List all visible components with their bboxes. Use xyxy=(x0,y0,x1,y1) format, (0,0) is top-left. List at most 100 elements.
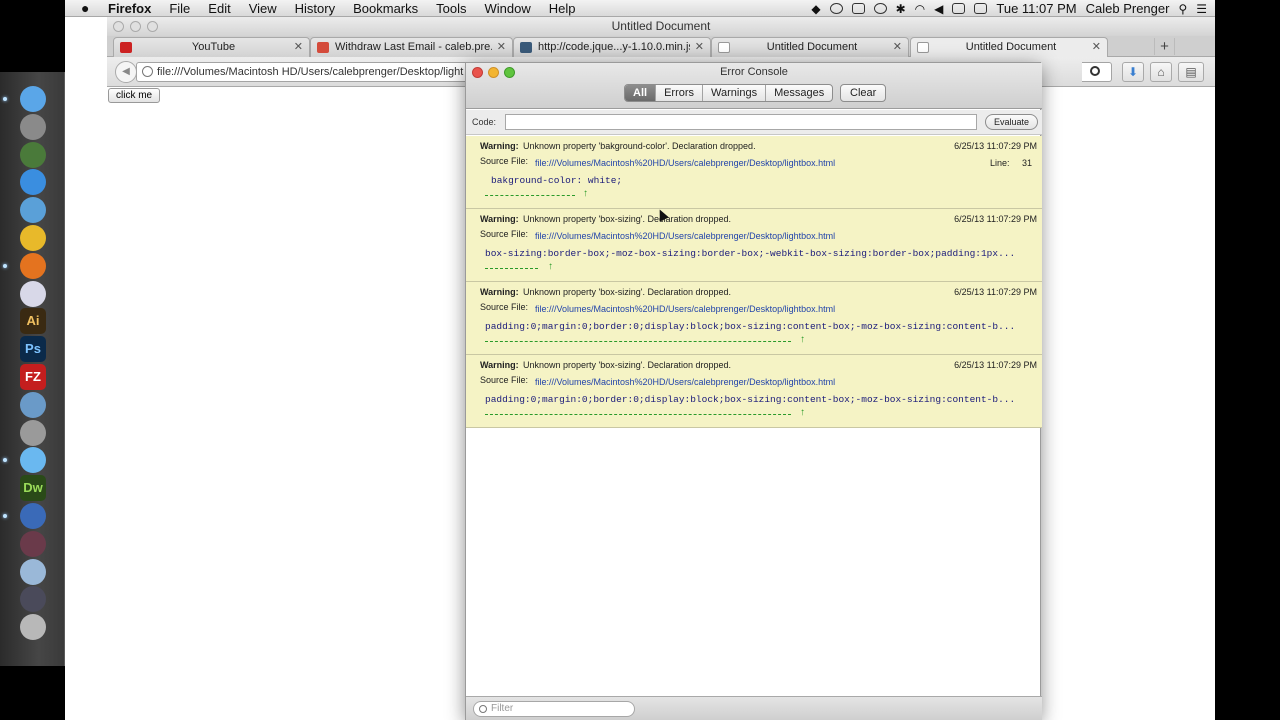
chrome-icon[interactable] xyxy=(20,225,46,251)
messages-icon[interactable] xyxy=(20,447,46,474)
app-store-icon[interactable] xyxy=(20,169,46,196)
time-machine-icon[interactable] xyxy=(873,3,887,14)
close-tab-icon[interactable]: ✕ xyxy=(1092,38,1101,57)
close-tab-icon[interactable]: ✕ xyxy=(497,38,506,57)
console-message-list: Warning: Unknown property 'bakground-col… xyxy=(466,136,1042,428)
entry-source-link[interactable]: file:///Volumes/Macintosh%20HD/Users/cal… xyxy=(535,304,835,314)
photoshop-icon[interactable]: Ps xyxy=(20,336,46,363)
tab-title: Untitled Document xyxy=(766,41,858,53)
trash-icon[interactable] xyxy=(20,614,46,641)
filter-warnings-button[interactable]: Warnings xyxy=(703,85,767,101)
entry-source-label: Source File: xyxy=(480,229,529,239)
entry-timestamp: 6/25/13 11:07:29 PM xyxy=(954,360,1037,370)
apple-menu-icon[interactable]: ● xyxy=(81,0,89,17)
menu-help[interactable]: Help xyxy=(540,0,585,17)
console-entry[interactable]: Warning: Unknown property 'box-sizing'. … xyxy=(466,209,1042,282)
entry-source-link[interactable]: file:///Volumes/Macintosh%20HD/Users/cal… xyxy=(535,377,835,387)
menu-history[interactable]: History xyxy=(286,0,344,17)
search-bar[interactable] xyxy=(1082,62,1112,82)
entry-code: padding:0;margin:0;border:0;display:bloc… xyxy=(485,394,1016,405)
status-circle-icon[interactable] xyxy=(829,3,843,14)
back-button[interactable]: ◀ xyxy=(115,61,137,83)
filter-errors-button[interactable]: Errors xyxy=(656,85,704,101)
bluetooth-icon[interactable]: ✱ xyxy=(896,2,906,16)
downloads-button[interactable]: ⬇ xyxy=(1122,62,1144,82)
search-icon[interactable] xyxy=(1090,66,1100,76)
code-bar: Code: Evaluate xyxy=(466,110,1042,135)
entry-timestamp: 6/25/13 11:07:29 PM xyxy=(954,141,1037,151)
wifi-icon[interactable]: ◠ xyxy=(915,2,925,16)
minimize-window-icon[interactable] xyxy=(130,21,141,32)
console-entry[interactable]: Warning: Unknown property 'box-sizing'. … xyxy=(466,282,1042,355)
filter-messages-button[interactable]: Messages xyxy=(766,85,832,101)
battery-icon[interactable] xyxy=(952,3,966,14)
menu-file[interactable]: File xyxy=(160,0,199,17)
entry-source-link[interactable]: file:///Volumes/Macintosh%20HD/Users/cal… xyxy=(535,231,835,241)
entry-caret-icon: ↑ xyxy=(800,334,805,345)
console-entry[interactable]: Warning: Unknown property 'box-sizing'. … xyxy=(466,355,1042,428)
dropbox-icon[interactable]: ◆ xyxy=(811,2,820,16)
clear-button[interactable]: Clear xyxy=(840,84,887,102)
quicktime-icon[interactable] xyxy=(20,503,46,529)
tab-untitled-document[interactable]: Untitled Document ✕ xyxy=(711,37,909,57)
zoom-window-icon[interactable] xyxy=(147,21,158,32)
close-tab-icon[interactable]: ✕ xyxy=(695,38,704,57)
click-me-button[interactable]: click me xyxy=(108,88,161,103)
launchpad-icon[interactable] xyxy=(20,113,46,140)
home-button[interactable]: ⌂ xyxy=(1150,62,1172,82)
running-indicator xyxy=(3,514,7,518)
evaluate-button[interactable]: Evaluate xyxy=(985,114,1039,130)
close-window-icon[interactable] xyxy=(113,21,124,32)
system-preferences-icon[interactable] xyxy=(20,419,46,446)
folder-icon[interactable] xyxy=(20,558,46,585)
downloads-icon[interactable] xyxy=(20,586,46,613)
spotlight-icon[interactable]: ⚲ xyxy=(1178,2,1187,16)
illustrator-icon[interactable]: Ai xyxy=(20,308,46,335)
xcode-icon[interactable] xyxy=(20,391,46,418)
filter-placeholder: Filter xyxy=(491,703,514,714)
safari-icon[interactable] xyxy=(20,197,46,224)
bookmarks-button[interactable]: ▤ xyxy=(1178,62,1204,82)
entry-source-link[interactable]: file:///Volumes/Macintosh%20HD/Users/cal… xyxy=(535,158,835,168)
calendar-icon[interactable] xyxy=(974,3,988,14)
console-entry[interactable]: Warning: Unknown property 'bakground-col… xyxy=(466,136,1042,209)
document-favicon-icon xyxy=(520,42,532,53)
clock[interactable]: Tue 11:07 PM xyxy=(996,1,1076,16)
dock: Ai Ps FZ Dw xyxy=(0,72,65,666)
new-tab-button[interactable]: + xyxy=(1154,38,1175,55)
close-tab-icon[interactable]: ✕ xyxy=(893,38,902,57)
itunes-icon[interactable] xyxy=(20,280,46,307)
notification-center-icon[interactable]: ☰ xyxy=(1196,2,1207,16)
dreamweaver-icon[interactable]: Dw xyxy=(20,475,46,502)
tab-gmail[interactable]: Withdraw Last Email - caleb.pre... ✕ xyxy=(310,37,513,57)
menu-window[interactable]: Window xyxy=(476,0,540,17)
tab-untitled-document-active[interactable]: Untitled Document ✕ xyxy=(910,37,1108,57)
close-tab-icon[interactable]: ✕ xyxy=(294,38,303,57)
filter-all-button[interactable]: All xyxy=(625,85,657,101)
mission-control-icon[interactable] xyxy=(20,141,46,168)
youtube-favicon-icon xyxy=(120,42,132,53)
menu-view[interactable]: View xyxy=(240,0,286,17)
tab-title: http://code.jque...y-1.10.0.min.js xyxy=(538,41,690,53)
menu-edit[interactable]: Edit xyxy=(199,0,239,17)
menu-app-name[interactable]: Firefox xyxy=(108,0,160,17)
tab-youtube[interactable]: YouTube ✕ xyxy=(113,37,310,57)
volume-icon[interactable]: ◀ xyxy=(934,2,943,16)
filezilla-icon[interactable]: FZ xyxy=(20,364,46,390)
menu-tools[interactable]: Tools xyxy=(427,0,475,17)
document-icon[interactable] xyxy=(20,530,46,557)
search-icon xyxy=(479,705,487,713)
filter-input[interactable]: Filter xyxy=(473,701,635,717)
user-name[interactable]: Caleb Prenger xyxy=(1086,1,1170,16)
status-box-icon[interactable] xyxy=(851,3,865,14)
tab-bar: YouTube ✕ Withdraw Last Email - caleb.pr… xyxy=(107,36,1215,57)
running-indicator xyxy=(3,458,7,463)
menu-bookmarks[interactable]: Bookmarks xyxy=(344,0,427,17)
code-input[interactable] xyxy=(505,114,977,130)
running-indicator xyxy=(3,97,7,101)
finder-icon[interactable] xyxy=(20,86,46,112)
url-bar[interactable]: file:///Volumes/Macintosh HD/Users/caleb… xyxy=(136,62,471,82)
tab-jquery[interactable]: http://code.jque...y-1.10.0.min.js ✕ xyxy=(513,37,711,57)
firefox-icon[interactable] xyxy=(20,252,46,279)
entry-error-underline xyxy=(485,195,575,196)
